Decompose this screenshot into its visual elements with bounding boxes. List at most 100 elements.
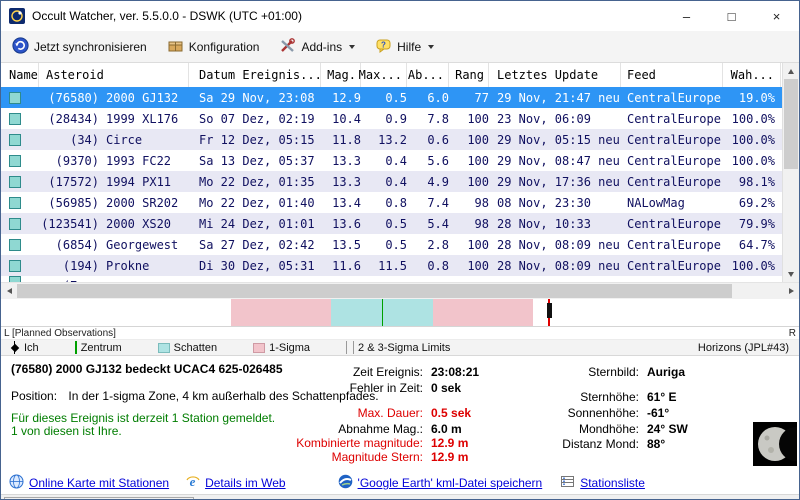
event-status-cell [1, 197, 39, 209]
table-row[interactable]: (34) Circe Fr 12 Dez, 05:15 11.8 13.2 0.… [1, 129, 782, 150]
scroll-down-button[interactable] [783, 266, 799, 282]
event-checkbox-icon[interactable] [9, 197, 21, 209]
header-wah[interactable]: Wah... [723, 63, 781, 87]
mag-drop-label: Abnahme Mag.: [263, 422, 423, 436]
star-altitude-row: Sternhöhe:61° E [531, 390, 676, 404]
horizontal-scroll-thumb[interactable] [17, 284, 732, 298]
cell-rank: 98 [449, 217, 489, 231]
event-checkbox-icon[interactable] [9, 113, 21, 125]
cell-asteroid-number: (9370) [39, 154, 99, 168]
horizontal-scroll-track[interactable] [17, 283, 783, 299]
close-button[interactable]: × [754, 1, 799, 31]
position-label: Position: [11, 389, 57, 403]
online-map-link[interactable]: Online Karte mit Stationen [9, 474, 169, 492]
event-checkbox-icon[interactable] [9, 260, 21, 272]
event-checkbox-icon[interactable] [9, 239, 21, 251]
legend-item-schatten: Schatten [158, 342, 217, 354]
star-mag-row: Magnitude Stern:12.9 m [263, 450, 468, 464]
addins-button[interactable]: Add-ins [272, 33, 362, 61]
scroll-left-button[interactable] [1, 283, 17, 299]
table-row[interactable]: (9370) 1993 FC22 Sa 13 Dez, 05:37 13.3 0… [1, 150, 782, 171]
app-icon [9, 8, 25, 24]
google-earth-icon [338, 474, 353, 492]
event-status-cell [1, 218, 39, 230]
scroll-right-button[interactable] [783, 283, 799, 299]
cell-mag-drop: 7.4 [407, 196, 449, 210]
header-asteroid[interactable]: Asteroid [39, 63, 189, 87]
header-name[interactable]: Name [1, 63, 39, 87]
event-status-cell [1, 260, 39, 272]
legend-item-ich: Ich [9, 341, 39, 354]
cell-last-update: 28 Nov, 08:09 neu [489, 259, 621, 273]
maximize-button[interactable]: □ [709, 1, 754, 31]
sun-altitude-value: -61° [647, 406, 669, 420]
path-chart[interactable] [1, 299, 799, 327]
web-details-link[interactable]: e Details im Web [185, 474, 285, 492]
scroll-up-button[interactable] [783, 63, 799, 79]
header-ab[interactable]: Ab... [407, 63, 449, 87]
event-status-cell [1, 176, 39, 188]
table-row[interactable]: (123541) 2000 XS20 Mi 24 Dez, 01:01 13.6… [1, 213, 782, 234]
table-row[interactable]: (194) Prokne Di 30 Dez, 05:31 11.6 11.5 … [1, 255, 782, 276]
stations-reported-text: Für dieses Ereignis ist derzeit 1 Statio… [11, 411, 275, 425]
app-window: Occult Watcher, ver. 5.5.0.0 - DSWK (UTC… [0, 0, 800, 500]
star-altitude-value: 61° E [647, 390, 676, 404]
cell-asteroid-name: Circe [99, 133, 189, 147]
help-button[interactable]: ? Hilfe [368, 33, 441, 61]
configuration-button[interactable]: Konfiguration [160, 33, 267, 61]
event-checkbox-icon[interactable] [9, 155, 21, 167]
event-checkbox-icon[interactable] [9, 134, 21, 146]
event-checkbox-icon[interactable] [9, 92, 21, 104]
vertical-scroll-thumb[interactable] [784, 79, 798, 169]
horizontal-scrollbar[interactable] [1, 282, 799, 299]
header-datum[interactable]: Datum Ereignis... [189, 63, 321, 87]
cell-asteroid-number: (194) [39, 259, 99, 273]
table-row[interactable]: (17572) 1994 PX11 Mo 22 Dez, 01:35 13.3 … [1, 171, 782, 192]
limits-lines-icon [346, 341, 354, 354]
station-list-link[interactable]: Stationsliste [560, 474, 645, 492]
sync-button-label: Jetzt synchronisieren [34, 40, 147, 54]
vertical-scroll-track[interactable] [783, 79, 799, 266]
google-earth-kml-link[interactable]: 'Google Earth' kml-Datei speichern [338, 474, 543, 492]
table-body: (76580) 2000 GJ132 Sa 29 Nov, 23:08 12.9… [1, 87, 782, 282]
sync-button[interactable]: Jetzt synchronisieren [5, 33, 154, 61]
help-icon: ? [375, 37, 392, 57]
cell-asteroid-number: (17572) [39, 175, 99, 189]
cell-last-update: 08 Nov, 23:30 [489, 196, 621, 210]
cell-last-update: 29 Nov, 21:47 neu [489, 91, 621, 105]
event-checkbox-icon[interactable] [9, 218, 21, 230]
header-max[interactable]: Max... [361, 63, 407, 87]
legend-item-1sigma: 1-Sigma [253, 342, 310, 354]
legend-label: 2 & 3-Sigma Limits [358, 342, 450, 354]
header-rang[interactable]: Rang [449, 63, 489, 87]
vertical-scrollbar[interactable] [782, 63, 799, 282]
globe-icon [9, 474, 24, 492]
table-row[interactable]: (56985) 2000 SR202 Mo 22 Dez, 01:40 13.4… [1, 192, 782, 213]
legend-label: 1-Sigma [269, 342, 310, 354]
cell-asteroid-number: (34) [39, 133, 99, 147]
ephemeris-source-label: Horizons (JPL#43) [698, 342, 789, 354]
cell-event-datetime: Mo 22 Dez, 01:40 [189, 196, 321, 210]
table-row[interactable]: (6854) Georgewest Sa 27 Dez, 02:42 13.5 … [1, 234, 782, 255]
constellation-row: Sternbild:Auriga [531, 365, 685, 379]
combined-mag-label: Kombinierte magnitude: [263, 436, 423, 450]
cell-probability: 100.0% [723, 259, 781, 273]
event-time-label: Zeit Ereignis: [263, 365, 423, 379]
table-row[interactable]: (28434) 1999 XL176 So 07 Dez, 02:19 10.4… [1, 108, 782, 129]
header-feed[interactable]: Feed [621, 63, 723, 87]
cell-feed: CentralEurope [621, 217, 723, 231]
header-mag[interactable]: Mag. [321, 63, 361, 87]
cell-event-datetime: Mo 22 Dez, 01:35 [189, 175, 321, 189]
cell-asteroid-number: (28434) [39, 112, 99, 126]
cell-max-duration: 0.9 [361, 112, 407, 126]
cell-event-datetime: Mi 24 Dez, 01:01 [189, 217, 321, 231]
minimize-button[interactable]: – [664, 1, 709, 31]
constellation-value: Auriga [647, 365, 685, 379]
combined-mag-value: 12.9 m [431, 436, 468, 450]
table-row[interactable]: (76580) 2000 GJ132 Sa 29 Nov, 23:08 12.9… [1, 87, 782, 108]
cell-last-update: 28 Nov, 10:33 [489, 217, 621, 231]
event-checkbox-icon[interactable] [9, 176, 21, 188]
header-update[interactable]: Letztes Update [489, 63, 621, 87]
max-duration-label: Max. Dauer: [263, 406, 423, 420]
station-list-icon [560, 474, 575, 492]
